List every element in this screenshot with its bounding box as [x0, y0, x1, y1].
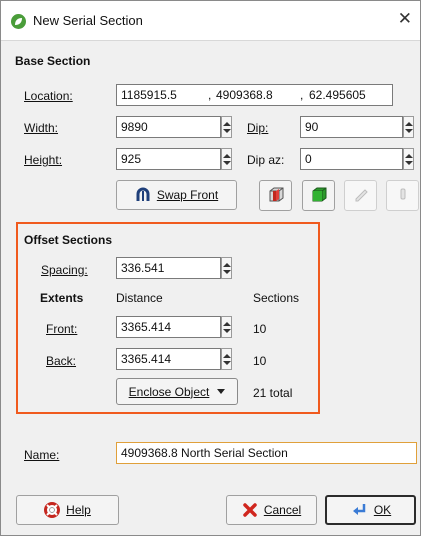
- spacing-label: Spacing:: [41, 263, 88, 277]
- dip-az-input[interactable]: 0: [300, 148, 403, 170]
- spacing-input[interactable]: 336.541: [116, 257, 221, 279]
- help-button[interactable]: Help: [16, 495, 119, 525]
- back-sections-count: 10: [253, 354, 267, 368]
- cancel-label: Cancel: [263, 503, 302, 517]
- ok-label: OK: [373, 503, 392, 517]
- distance-label: Distance: [116, 291, 163, 305]
- dip-label: Dip:: [247, 121, 269, 135]
- height-label: Height:: [24, 153, 63, 167]
- title-bar: New Serial Section ✕: [1, 1, 420, 41]
- front-label: Front:: [46, 322, 78, 336]
- view-box-outline-icon: [267, 185, 285, 206]
- back-input[interactable]: 3365.414: [116, 348, 221, 370]
- swap-front-label: Swap Front: [156, 188, 219, 202]
- location-sep-2: ,: [300, 88, 304, 102]
- window-title: New Serial Section: [33, 13, 143, 28]
- name-label: Name:: [24, 448, 60, 462]
- app-leaf-icon: [11, 14, 26, 29]
- lifebuoy-icon: [44, 502, 61, 518]
- height-stepper[interactable]: [221, 148, 232, 170]
- front-input[interactable]: 3365.414: [116, 316, 221, 338]
- sections-label: Sections: [253, 291, 300, 305]
- location-label: Location:: [24, 89, 73, 103]
- width-stepper[interactable]: [221, 116, 232, 138]
- swap-front-button[interactable]: Swap Front: [116, 180, 237, 210]
- back-label: Back:: [46, 354, 77, 368]
- pencil-icon: [353, 186, 369, 205]
- width-label: Width:: [24, 121, 59, 135]
- ok-button[interactable]: OK: [325, 495, 416, 525]
- help-label: Help: [66, 503, 91, 517]
- location-x: 1185915.5: [121, 88, 177, 102]
- offset-sections-heading: Offset Sections: [24, 233, 113, 247]
- back-stepper[interactable]: [221, 348, 232, 370]
- dip-stepper[interactable]: [403, 116, 414, 138]
- view-box-solid-button[interactable]: [302, 180, 335, 211]
- edit-pencil-button[interactable]: [344, 180, 377, 211]
- enclose-object-dropdown[interactable]: Enclose Object: [116, 378, 238, 405]
- location-sep-1: ,: [208, 88, 212, 102]
- swap-front-icon: [135, 187, 151, 203]
- clip-button[interactable]: [386, 180, 419, 211]
- chevron-down-icon: [217, 389, 226, 394]
- location-y: 4909368.8: [216, 88, 273, 102]
- dip-input[interactable]: 90: [300, 116, 403, 138]
- dip-az-label: Dip az:: [247, 153, 285, 167]
- view-box-solid-icon: [310, 185, 328, 206]
- front-sections-count: 10: [253, 322, 267, 336]
- location-z: 62.495605: [309, 88, 366, 102]
- extents-label: Extents: [40, 291, 84, 305]
- clip-icon: [398, 186, 408, 205]
- name-input[interactable]: 4909368.8 North Serial Section: [116, 442, 417, 464]
- location-field[interactable]: 1185915.5 , 4909368.8 , 62.495605: [116, 84, 393, 106]
- front-stepper[interactable]: [221, 316, 232, 338]
- dialog-window: New Serial Section ✕ Base Section Locati…: [0, 0, 421, 536]
- total-sections: 21 total: [253, 386, 293, 400]
- spacing-stepper[interactable]: [221, 257, 232, 279]
- base-section-heading: Base Section: [15, 54, 91, 68]
- dip-az-stepper[interactable]: [403, 148, 414, 170]
- cancel-button[interactable]: Cancel: [226, 495, 317, 525]
- width-input[interactable]: 9890: [116, 116, 221, 138]
- cancel-x-icon: [242, 502, 258, 518]
- enclose-object-label: Enclose Object: [128, 384, 210, 399]
- height-input[interactable]: 925: [116, 148, 221, 170]
- view-box-outline-button[interactable]: [259, 180, 292, 211]
- close-icon[interactable]: ✕: [398, 9, 412, 29]
- enter-arrow-icon: [350, 502, 368, 518]
